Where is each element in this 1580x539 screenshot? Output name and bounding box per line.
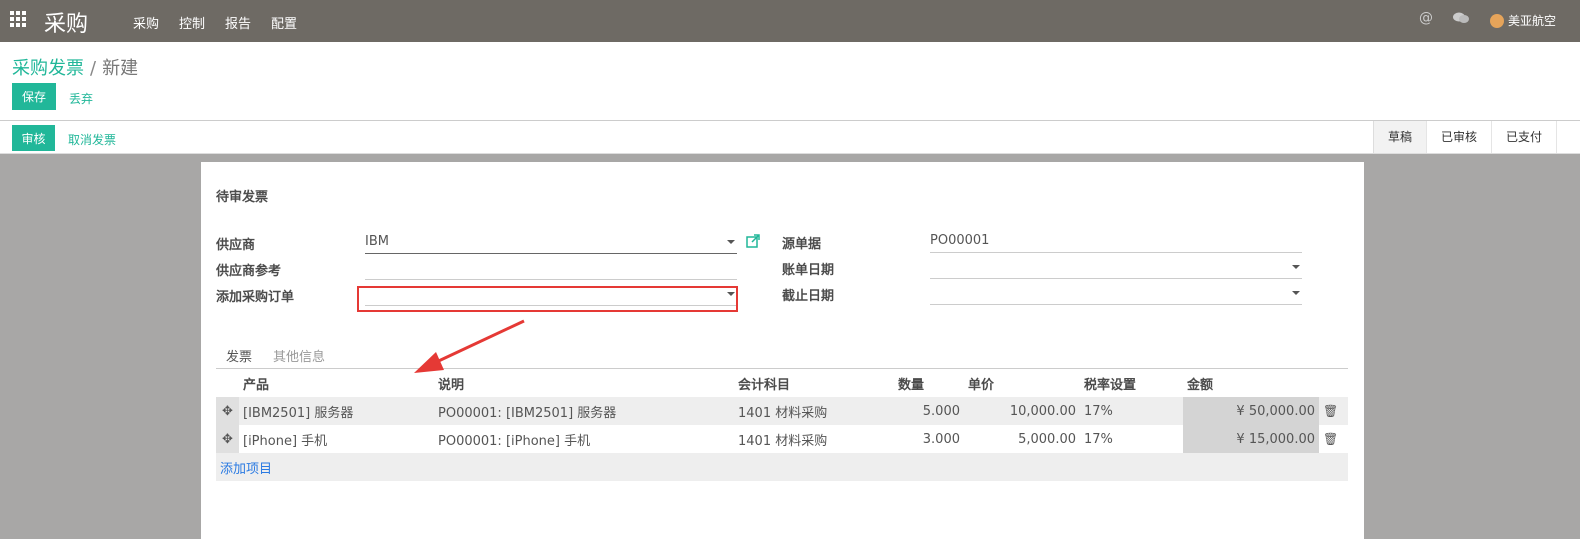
chat-icon[interactable] [1453,12,1469,24]
approve-button[interactable]: 审核 [12,125,55,151]
breadcrumb: 采购发票 / 新建 [12,54,138,80]
state-draft[interactable]: 草稿 [1374,121,1428,153]
table-header-row: 产品 说明 会计科目 数量 单价 税率设置 金额 [216,369,1348,397]
top-menu: 采购 控制 报告 配置 [133,13,297,32]
source-doc-field[interactable]: PO00001 [930,231,1302,253]
add-line-cell: 添加项目 [216,453,1348,481]
state-paid[interactable]: 已支付 [1492,121,1558,153]
cell-product[interactable]: [IBM2501] 服务器 [239,397,434,425]
cell-amount: ¥ 50,000.00 [1183,397,1319,425]
cell-description[interactable]: PO00001: [IBM2501] 服务器 [434,397,734,425]
cell-unit-price[interactable]: 10,000.00 [964,397,1080,425]
breadcrumb-separator: / [90,58,97,79]
table-row[interactable]: ✥ [iPhone] 手机 PO00001: [iPhone] 手机 1401 … [216,425,1348,453]
col-account[interactable]: 会计科目 [734,369,894,397]
notebook-tabs: 发票 其他信息 [216,346,1348,369]
drag-handle-icon[interactable]: ✥ [216,425,239,453]
add-po-label: 添加采购订单 [216,290,295,305]
menu-purchase[interactable]: 采购 [133,13,159,32]
bill-date-field[interactable] [930,257,1302,279]
cancel-invoice-button[interactable]: 取消发票 [68,131,116,148]
due-date-field[interactable] [930,283,1302,305]
cell-quantity[interactable]: 5.000 [894,397,964,425]
col-tax[interactable]: 税率设置 [1080,369,1183,397]
supplier-field[interactable]: IBM [365,232,737,254]
cell-amount: ¥ 15,000.00 [1183,425,1319,453]
supplier-value: IBM [365,234,389,249]
bill-date-label: 账单日期 [782,263,835,278]
col-product[interactable]: 产品 [239,369,434,397]
tab-other-info[interactable]: 其他信息 [273,346,325,365]
header-handle [216,369,239,397]
cell-quantity[interactable]: 3.000 [894,425,964,453]
state-approved[interactable]: 已审核 [1427,121,1493,153]
breadcrumb-parent[interactable]: 采购发票 [12,58,84,79]
drag-handle-icon[interactable]: ✥ [216,397,239,425]
status-bar: 审核 取消发票 草稿 已审核 已支付 [0,120,1580,154]
table-row[interactable]: ✥ [IBM2501] 服务器 PO00001: [IBM2501] 服务器 1… [216,397,1348,425]
invoice-status-title: 待审发票 [216,190,269,205]
col-quantity[interactable]: 数量 [894,369,964,397]
source-doc-label: 源单据 [782,237,822,252]
app-title: 采购 [44,12,89,37]
chevron-down-icon[interactable] [1292,265,1300,269]
breadcrumb-current: 新建 [102,58,139,79]
highlight-box [357,286,738,312]
top-navbar: 采购 采购 控制 报告 配置 @ 美亚航空 [0,0,1580,42]
cell-unit-price[interactable]: 5,000.00 [964,425,1080,453]
header-trash [1319,369,1348,397]
col-amount[interactable]: 金额 [1183,369,1319,397]
mention-icon[interactable]: @ [1419,10,1433,26]
invoice-lines-table: 产品 说明 会计科目 数量 单价 税率设置 金额 ✥ [IBM2501] 服务器… [216,369,1348,481]
menu-config[interactable]: 配置 [271,13,297,32]
supplier-label: 供应商 [216,238,256,253]
avatar [1490,13,1504,28]
menu-control[interactable]: 控制 [179,13,205,32]
cell-tax[interactable]: 17% [1080,397,1183,425]
chevron-down-icon[interactable] [727,240,735,244]
save-button[interactable]: 保存 [12,83,56,110]
state-pipeline: 草稿 已审核 已支付 [1373,121,1558,153]
chevron-down-icon[interactable] [1292,291,1300,295]
user-menu[interactable]: 美亚航空 [1490,12,1556,29]
discard-button[interactable]: 丢弃 [69,90,93,107]
trash-icon[interactable]: 🗑 [1319,397,1348,425]
cell-account[interactable]: 1401 材料采购 [734,397,894,425]
trash-icon[interactable]: 🗑 [1319,425,1348,453]
supplier-ref-label: 供应商参考 [216,264,282,279]
apps-grid-icon[interactable] [10,11,28,29]
external-link-icon[interactable] [746,234,760,248]
add-item-link[interactable]: 添加项目 [220,462,272,477]
tab-invoice[interactable]: 发票 [226,346,252,365]
user-name: 美亚航空 [1508,14,1557,28]
menu-report[interactable]: 报告 [225,13,251,32]
col-unit-price[interactable]: 单价 [964,369,1080,397]
cell-description[interactable]: PO00001: [iPhone] 手机 [434,425,734,453]
cell-product[interactable]: [iPhone] 手机 [239,425,434,453]
cell-tax[interactable]: 17% [1080,425,1183,453]
due-date-label: 截止日期 [782,289,835,304]
add-line-row: 添加项目 [216,453,1348,481]
supplier-ref-field[interactable] [365,258,737,280]
col-description[interactable]: 说明 [434,369,734,397]
cell-account[interactable]: 1401 材料采购 [734,425,894,453]
